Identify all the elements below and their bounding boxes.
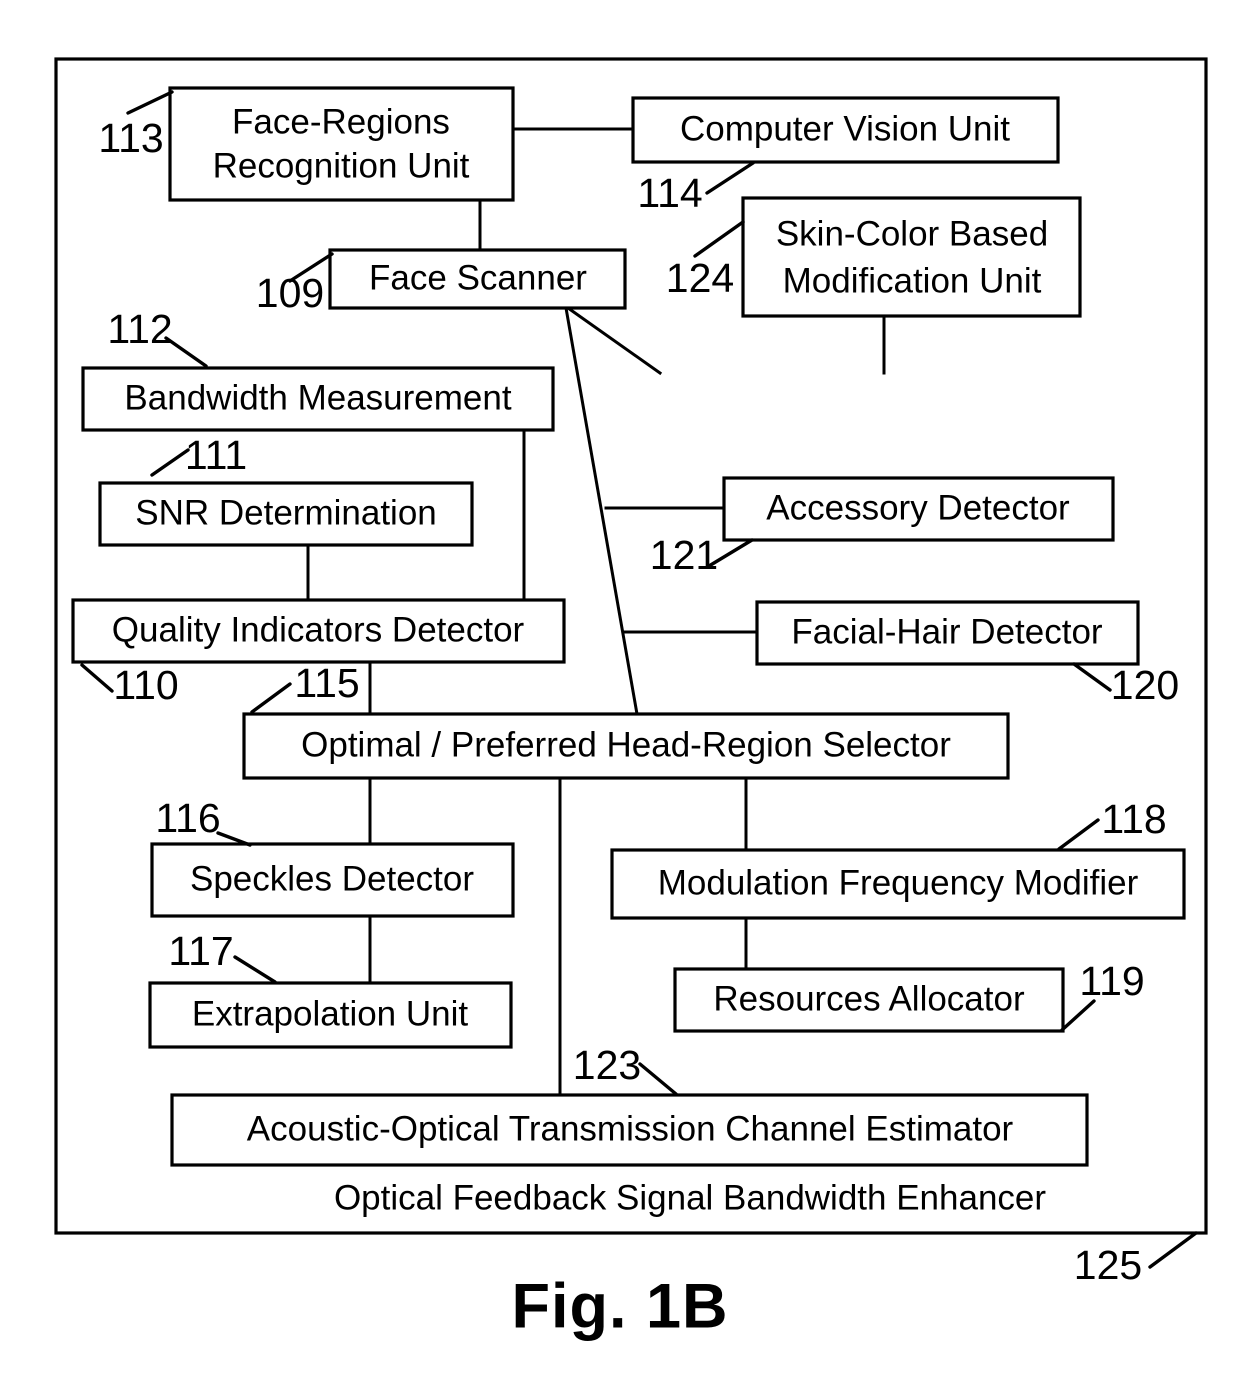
block-head-region-selector[interactable]: Optimal / Preferred Head-Region Selector	[242, 712, 1010, 780]
figure-1b-diagram: Face-Regions Recognition Unit 113 Comput…	[0, 0, 1240, 1397]
lead-line-125	[1148, 1231, 1198, 1269]
lead-line-124	[693, 220, 745, 258]
block-face-regions-recognition-unit[interactable]: Face-Regions Recognition Unit	[168, 86, 515, 202]
ref-number-115: 115	[294, 660, 359, 706]
block-modulation-frequency-modifier[interactable]: Modulation Frequency Modifier	[610, 848, 1186, 920]
ref-number-124: 124	[666, 255, 734, 301]
lead-line-118	[1057, 818, 1100, 851]
block-skin-color-based-modification-unit-label-line1: Skin-Color Based	[776, 214, 1048, 253]
ref-number-121: 121	[650, 532, 718, 578]
lead-line-114	[705, 161, 755, 195]
lead-line-117	[233, 955, 277, 984]
ref-number-116: 116	[155, 795, 220, 841]
ref-number-114: 114	[637, 170, 702, 216]
block-face-regions-recognition-unit-label-line1: Face-Regions	[232, 102, 450, 141]
block-head-region-selector-label: Optimal / Preferred Head-Region Selector	[301, 725, 951, 764]
lead-line-113	[126, 90, 174, 115]
block-skin-color-based-modification-unit[interactable]: Skin-Color Based Modification Unit	[741, 196, 1082, 318]
block-speckles-detector[interactable]: Speckles Detector	[150, 842, 515, 918]
ref-number-123: 123	[573, 1042, 641, 1088]
block-face-regions-recognition-unit-label-line2: Recognition Unit	[213, 146, 470, 185]
lead-line-120	[1072, 662, 1112, 692]
block-bandwidth-measurement[interactable]: Bandwidth Measurement	[81, 366, 555, 432]
block-resources-allocator-label: Resources Allocator	[713, 979, 1025, 1018]
block-speckles-detector-label: Speckles Detector	[190, 859, 474, 898]
block-modulation-frequency-modifier-label: Modulation Frequency Modifier	[658, 863, 1139, 902]
lead-line-110	[80, 663, 114, 693]
block-quality-indicators-detector-label: Quality Indicators Detector	[112, 610, 525, 649]
figure-caption: Fig. 1B	[511, 1272, 728, 1342]
lead-line-119	[1060, 999, 1096, 1032]
block-skin-color-based-modification-unit-label-line2: Modification Unit	[783, 261, 1042, 300]
block-extrapolation-unit[interactable]: Extrapolation Unit	[148, 981, 513, 1049]
frame-caption-label: Optical Feedback Signal Bandwidth Enhanc…	[334, 1178, 1046, 1217]
ref-number-113: 113	[98, 115, 163, 161]
ref-number-110: 110	[113, 662, 178, 708]
connector-face-scanner-to-head-region-selector	[564, 306, 639, 716]
block-bandwidth-measurement-label: Bandwidth Measurement	[124, 378, 511, 417]
ref-number-109: 109	[256, 270, 324, 316]
block-facial-hair-detector-label: Facial-Hair Detector	[791, 612, 1103, 651]
block-resources-allocator[interactable]: Resources Allocator	[673, 967, 1065, 1033]
ref-number-112: 112	[107, 306, 172, 352]
block-extrapolation-unit-label: Extrapolation Unit	[192, 994, 469, 1033]
block-face-scanner[interactable]: Face Scanner	[328, 248, 627, 310]
block-computer-vision-unit-label: Computer Vision Unit	[680, 109, 1010, 148]
diagram-canvas: Face-Regions Recognition Unit 113 Comput…	[54, 57, 1208, 1342]
lead-line-123	[638, 1062, 678, 1096]
lead-line-115	[250, 682, 292, 714]
block-accessory-detector[interactable]: Accessory Detector	[722, 476, 1115, 542]
block-face-scanner-label: Face Scanner	[369, 258, 587, 297]
connector-face-scanner-to-skin-color-estimator	[565, 305, 663, 376]
block-snr-determination[interactable]: SNR Determination	[98, 481, 474, 547]
ref-number-119: 119	[1079, 958, 1144, 1004]
block-snr-determination-label: SNR Determination	[135, 493, 437, 532]
ref-number-118: 118	[1101, 796, 1166, 842]
ref-number-125: 125	[1074, 1242, 1142, 1288]
block-acoustic-optical-transmission-channel-estimator-label: Acoustic-Optical Transmission Channel Es…	[247, 1109, 1014, 1148]
ref-number-117: 117	[168, 928, 233, 974]
block-acoustic-optical-transmission-channel-estimator[interactable]: Acoustic-Optical Transmission Channel Es…	[170, 1093, 1089, 1167]
ref-number-120: 120	[1111, 662, 1179, 708]
lead-line-111	[150, 448, 190, 477]
block-accessory-detector-label: Accessory Detector	[766, 488, 1070, 527]
block-computer-vision-unit[interactable]: Computer Vision Unit	[631, 96, 1060, 164]
block-facial-hair-detector[interactable]: Facial-Hair Detector	[755, 600, 1140, 666]
ref-number-111: 111	[185, 432, 247, 478]
block-quality-indicators-detector[interactable]: Quality Indicators Detector	[71, 598, 566, 664]
